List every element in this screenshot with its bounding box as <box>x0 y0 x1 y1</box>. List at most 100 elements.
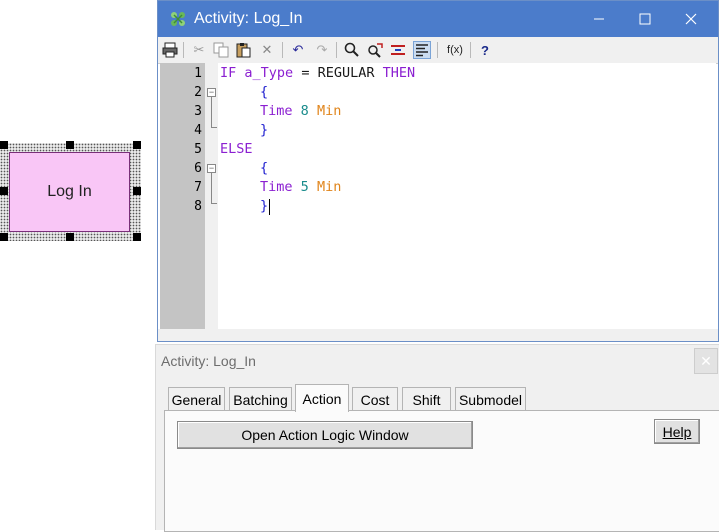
tab-label: Action <box>302 390 342 407</box>
tab-label: Shift <box>412 391 441 408</box>
line-number-gutter: 1 2 3 4 5 6 7 8 <box>160 63 205 329</box>
properties-title: Activity: Log_In <box>161 353 256 369</box>
open-action-logic-button[interactable]: Open Action Logic Window <box>177 421 473 449</box>
resize-handle-bottom-right[interactable] <box>133 233 141 241</box>
format-icon <box>416 44 428 57</box>
activity-block[interactable]: Log In <box>0 141 141 243</box>
delete-button[interactable]: ✕ <box>258 41 276 59</box>
tab-submodel[interactable]: Submodel <box>455 387 526 411</box>
tab-label: Submodel <box>458 391 523 408</box>
tab-shift[interactable]: Shift <box>402 387 451 411</box>
code-line-5: ELSE <box>220 140 253 159</box>
code-line-3: Time 8 Min <box>260 102 341 121</box>
tab-action[interactable]: Action <box>295 384 349 412</box>
keyword: ELSE <box>220 141 253 157</box>
help-toolbar-button[interactable]: ? <box>476 41 494 59</box>
copy-icon <box>213 42 229 58</box>
editor-bottom-edge <box>158 329 718 341</box>
print-icon <box>162 42 178 58</box>
number: 8 <box>300 103 309 119</box>
button-label: Help <box>662 423 692 440</box>
line-number: 7 <box>194 180 202 195</box>
tab-label: General <box>171 391 222 408</box>
maximize-button[interactable] <box>622 1 668 37</box>
tab-cost[interactable]: Cost <box>352 387 398 411</box>
line-number: 6 <box>194 161 202 176</box>
action-tab-panel: Open Action Logic Window Help <box>164 410 719 532</box>
properties-dialog: Activity: Log_In ✕ General Batching Acti… <box>155 344 719 532</box>
unit: Min <box>316 179 342 195</box>
cut-icon: ✂ <box>193 42 205 57</box>
redo-icon: ↷ <box>316 42 328 57</box>
line-number: 8 <box>194 199 202 214</box>
line-number: 2 <box>194 85 202 100</box>
properties-close-button[interactable]: ✕ <box>694 348 718 374</box>
editor-title: Activity: Log_In <box>194 10 303 27</box>
resize-handle-bottom[interactable] <box>66 233 74 241</box>
script-editor-window: Activity: Log_In ✂ ✕ ↶ ↷ f(x) ? 1 2 3 4 … <box>157 0 719 342</box>
tab-label: Cost <box>360 391 390 408</box>
activity-icon <box>171 12 185 26</box>
line-number: 5 <box>194 142 202 157</box>
activity-block-body[interactable]: Log In <box>9 152 130 232</box>
cut-button[interactable]: ✂ <box>190 41 208 59</box>
maximize-icon <box>639 13 651 25</box>
resize-handle-left[interactable] <box>0 187 8 195</box>
replace-button[interactable] <box>366 41 384 59</box>
delete-icon: ✕ <box>261 42 273 57</box>
minimize-button[interactable] <box>576 1 622 37</box>
brace: } <box>260 198 269 214</box>
text-caret <box>269 199 270 215</box>
brace: { <box>260 160 269 176</box>
code-line-6: { <box>260 159 268 178</box>
code-editor[interactable]: 1 2 3 4 5 6 7 8 − − IF a_Type = REGULAR … <box>160 63 716 329</box>
keyword: THEN <box>382 65 416 81</box>
help-button[interactable]: Help <box>654 419 700 444</box>
minimize-icon <box>594 18 604 20</box>
fold-toggle-icon[interactable]: − <box>207 164 216 173</box>
resize-handle-top-left[interactable] <box>0 141 8 149</box>
close-button[interactable] <box>668 1 714 37</box>
fold-guide <box>211 173 212 203</box>
value: REGULAR <box>317 65 375 81</box>
find-icon <box>344 42 359 57</box>
activity-block-label: Log In <box>47 183 92 200</box>
copy-button[interactable] <box>212 41 230 59</box>
number: 5 <box>300 179 309 195</box>
tab-general[interactable]: General <box>168 387 225 411</box>
editor-toolbar: ✂ ✕ ↶ ↷ f(x) ? <box>158 37 718 64</box>
brace: { <box>260 84 269 100</box>
undo-icon: ↶ <box>292 42 304 57</box>
close-icon <box>685 13 697 25</box>
identifier: a_Type <box>244 65 294 81</box>
editor-titlebar[interactable]: Activity: Log_In <box>158 1 718 37</box>
code-line-8: } <box>260 197 268 216</box>
operator: = <box>301 65 310 81</box>
fold-toggle-icon[interactable]: − <box>207 88 216 97</box>
tab-batching[interactable]: Batching <box>229 387 292 411</box>
toggle-bookmark-button[interactable] <box>389 41 407 59</box>
line-number: 3 <box>194 104 202 119</box>
statement: Time <box>260 179 293 195</box>
paste-button[interactable] <box>234 41 252 59</box>
button-label: Open Action Logic Window <box>241 427 409 443</box>
resize-handle-top[interactable] <box>66 141 74 149</box>
close-icon: ✕ <box>700 352 712 369</box>
format-button[interactable] <box>413 41 431 59</box>
fold-guide <box>211 97 212 127</box>
statement: Time <box>260 103 293 119</box>
resize-handle-bottom-left[interactable] <box>0 233 8 241</box>
fold-guide-end <box>211 127 217 128</box>
resize-handle-right[interactable] <box>133 187 141 195</box>
brace: } <box>260 122 269 138</box>
find-button[interactable] <box>343 41 361 59</box>
function-button[interactable]: f(x) <box>444 41 466 59</box>
fold-guide-end <box>211 203 217 204</box>
code-line-2: { <box>260 83 268 102</box>
replace-icon <box>368 43 383 58</box>
undo-button[interactable]: ↶ <box>289 41 307 59</box>
print-button[interactable] <box>161 41 179 59</box>
code-line-4: } <box>260 121 268 140</box>
redo-button[interactable]: ↷ <box>313 41 331 59</box>
resize-handle-top-right[interactable] <box>133 141 141 149</box>
